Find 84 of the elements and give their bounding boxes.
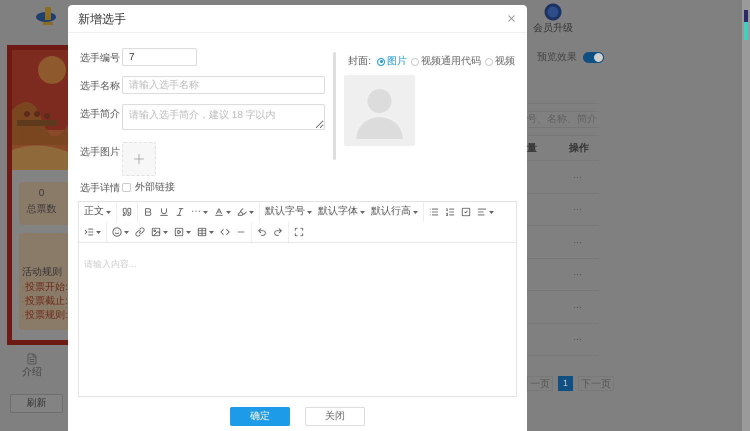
radio-label: 图片 <box>387 54 407 69</box>
caret-icon <box>226 210 231 214</box>
caret-icon <box>360 210 365 214</box>
italic-icon <box>175 207 185 217</box>
scrollbar[interactable] <box>742 0 750 431</box>
textarea-field[interactable]: 请输入选手简介，建议 18 字以内 <box>122 104 326 130</box>
rule-text: 投票规则: <box>25 310 68 321</box>
more-actions[interactable]: ··· <box>573 302 582 312</box>
intro-label: 介绍 <box>22 366 42 380</box>
field-label: 选手详情 <box>80 182 121 196</box>
field-label: 选手图片 <box>80 146 121 160</box>
undo-icon <box>257 227 267 237</box>
caret-icon <box>307 210 312 214</box>
quote-icon <box>122 207 132 217</box>
caret-icon <box>186 230 191 234</box>
input-field[interactable]: 7 <box>122 48 197 66</box>
close-icon <box>506 13 516 24</box>
redo-icon <box>273 227 283 237</box>
bullet-list-icon <box>429 207 439 217</box>
toolbar-button[interactable]: 正文 <box>81 204 114 220</box>
stat-value: 0 <box>38 188 44 200</box>
rules-title: 活动规则 <box>22 267 63 279</box>
table-icon <box>197 227 207 237</box>
close-dialog-button[interactable]: 关闭 <box>305 407 365 426</box>
toolbar-button[interactable]: 默认字号 <box>262 204 315 220</box>
preview-toggle[interactable] <box>583 52 604 63</box>
caret-icon <box>96 230 101 234</box>
column-header: 操作 <box>569 142 589 156</box>
checkbox-icon <box>461 207 471 217</box>
avatar-placeholder-icon <box>344 75 416 146</box>
image-icon <box>151 227 161 237</box>
fullscreen-icon <box>294 227 304 237</box>
more-actions[interactable]: ··· <box>573 334 582 344</box>
radio-button[interactable] <box>485 58 493 66</box>
caret-icon <box>106 210 111 214</box>
more-actions[interactable]: ··· <box>573 269 582 280</box>
radio-label: 视频 <box>495 54 515 69</box>
more-actions[interactable]: ··· <box>573 204 582 214</box>
radio-label: 视频通用代码 <box>421 54 481 69</box>
more-actions[interactable]: ··· <box>573 236 582 247</box>
smiley-icon <box>112 227 122 237</box>
caret-icon <box>489 210 494 214</box>
underline-icon <box>159 207 169 217</box>
stat-label: 总票数 <box>26 204 56 216</box>
field-label: 选手简介 <box>80 108 121 122</box>
rule-text: 投票截止: <box>25 296 68 307</box>
page-button[interactable]: 1 <box>558 376 573 391</box>
vip-badge-icon <box>544 3 562 21</box>
more-actions[interactable]: ··· <box>573 172 582 182</box>
dialog-title: 新增选手 <box>78 10 126 28</box>
radio-button[interactable] <box>411 58 419 66</box>
field-label: 选手名称 <box>80 80 121 94</box>
bold-icon <box>143 207 153 217</box>
rule-text: 投票开始: <box>25 282 68 293</box>
caret-icon <box>203 210 208 214</box>
toolbar-button[interactable]: 默认行高 <box>368 204 421 220</box>
caret-icon <box>163 230 168 234</box>
input-field[interactable]: 请输入选手名称 <box>122 76 326 94</box>
align-icon <box>477 207 487 217</box>
cover-label: 封面: <box>348 54 371 69</box>
link-icon <box>135 227 145 237</box>
code-icon <box>220 227 230 237</box>
numbered-list-icon <box>445 207 455 217</box>
indent-icon <box>84 227 94 237</box>
checkbox[interactable] <box>122 183 131 192</box>
refresh-button[interactable]: 刷新 <box>10 394 63 413</box>
field-label: 选手编号 <box>80 52 121 66</box>
plus-icon <box>131 151 147 167</box>
caret-icon <box>209 230 214 234</box>
confirm-button[interactable]: 确定 <box>230 407 290 426</box>
toolbar-button[interactable]: ··· <box>188 204 211 220</box>
vip-label: 会员升级 <box>533 22 573 36</box>
caret-icon <box>249 210 254 214</box>
radio-button[interactable] <box>377 58 385 66</box>
column-header: 量 <box>527 142 538 156</box>
caret-icon <box>413 210 418 214</box>
document-icon <box>26 353 38 365</box>
font-color-icon <box>214 207 224 217</box>
preview-label: 预览效果 <box>537 51 577 65</box>
checkbox-label: 外部链接 <box>135 180 175 195</box>
caret-icon <box>124 230 129 234</box>
toolbar-button[interactable]: 默认字体 <box>315 204 368 220</box>
highlighter-icon <box>237 207 247 217</box>
video-icon <box>174 227 184 237</box>
